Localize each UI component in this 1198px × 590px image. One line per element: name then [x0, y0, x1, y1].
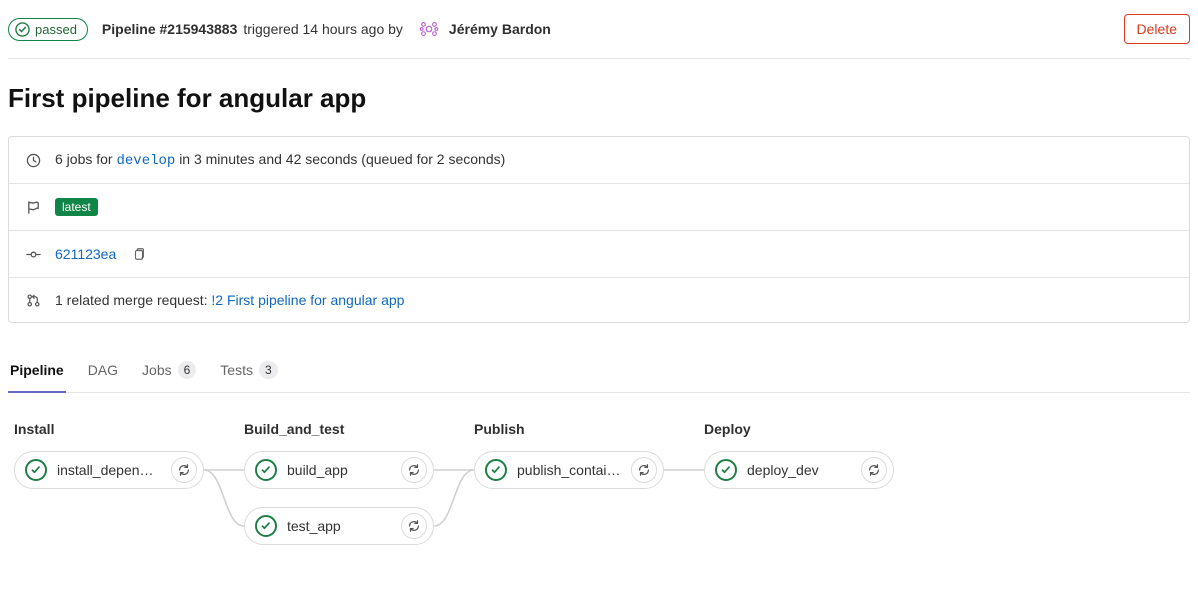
stage-column: Install install_depend… [14, 421, 204, 563]
clock-icon [25, 152, 41, 168]
job-name: test_app [287, 518, 391, 534]
job-name: install_depend… [57, 462, 161, 478]
retry-button[interactable] [401, 513, 427, 539]
author-name[interactable]: Jérémy Bardon [449, 21, 551, 37]
stage-column: Deploy deploy_dev [704, 421, 894, 563]
jobs-count: 6 [178, 361, 197, 379]
flag-icon [25, 199, 41, 215]
stage-title: Install [14, 421, 204, 437]
job-chip[interactable]: install_depend… [14, 451, 204, 489]
retry-button[interactable] [861, 457, 887, 483]
job-name: deploy_dev [747, 462, 851, 478]
retry-button[interactable] [171, 457, 197, 483]
merge-request-link[interactable]: !2 First pipeline for angular app [211, 292, 404, 308]
status-badge[interactable]: passed [8, 18, 88, 41]
retry-button[interactable] [401, 457, 427, 483]
tab-pipeline[interactable]: Pipeline [8, 351, 66, 393]
triggered-text: triggered 14 hours ago by [243, 21, 403, 37]
branch-link[interactable]: develop [116, 153, 175, 169]
tests-count: 3 [259, 361, 278, 379]
retry-icon [177, 463, 191, 477]
check-circle-icon [15, 22, 30, 37]
success-icon [255, 515, 277, 537]
job-chip[interactable]: publish_contai… [474, 451, 664, 489]
stage-column: Publish publish_contai… [474, 421, 664, 563]
retry-icon [637, 463, 651, 477]
job-chip[interactable]: build_app [244, 451, 434, 489]
retry-icon [867, 463, 881, 477]
copy-icon [132, 247, 146, 261]
success-icon [715, 459, 737, 481]
stage-title: Build_and_test [244, 421, 434, 437]
tabs: Pipeline DAG Jobs6 Tests3 [8, 351, 1190, 393]
stage-title: Deploy [704, 421, 894, 437]
jobs-summary: 6 jobs for develop in 3 minutes and 42 s… [55, 151, 505, 169]
copy-sha-button[interactable] [130, 245, 148, 263]
retry-button[interactable] [631, 457, 657, 483]
success-icon [255, 459, 277, 481]
success-icon [25, 459, 47, 481]
status-label: passed [35, 22, 77, 37]
latest-badge: latest [55, 198, 98, 216]
delete-button[interactable]: Delete [1124, 14, 1190, 44]
job-name: build_app [287, 462, 391, 478]
pipeline-id: Pipeline #215943883 [102, 21, 237, 37]
success-icon [485, 459, 507, 481]
tab-tests[interactable]: Tests3 [218, 351, 279, 393]
pipeline-info-box: 6 jobs for develop in 3 minutes and 42 s… [8, 136, 1190, 323]
retry-icon [407, 519, 421, 533]
pipeline-graph: Install install_depend… Build_and_test b… [8, 393, 1190, 583]
stage-column: Build_and_test build_app test_app [244, 421, 434, 563]
job-chip[interactable]: test_app [244, 507, 434, 545]
commit-sha-link[interactable]: 621123ea [55, 246, 116, 262]
mr-text: 1 related merge request: !2 First pipeli… [55, 292, 404, 308]
job-chip[interactable]: deploy_dev [704, 451, 894, 489]
page-title: First pipeline for angular app [8, 83, 1190, 114]
tab-dag[interactable]: DAG [86, 351, 120, 393]
merge-request-icon [25, 292, 41, 308]
commit-icon [25, 246, 41, 262]
job-name: publish_contai… [517, 462, 621, 478]
retry-icon [407, 463, 421, 477]
tab-jobs[interactable]: Jobs6 [140, 351, 198, 393]
avatar[interactable] [417, 17, 441, 41]
stage-title: Publish [474, 421, 664, 437]
